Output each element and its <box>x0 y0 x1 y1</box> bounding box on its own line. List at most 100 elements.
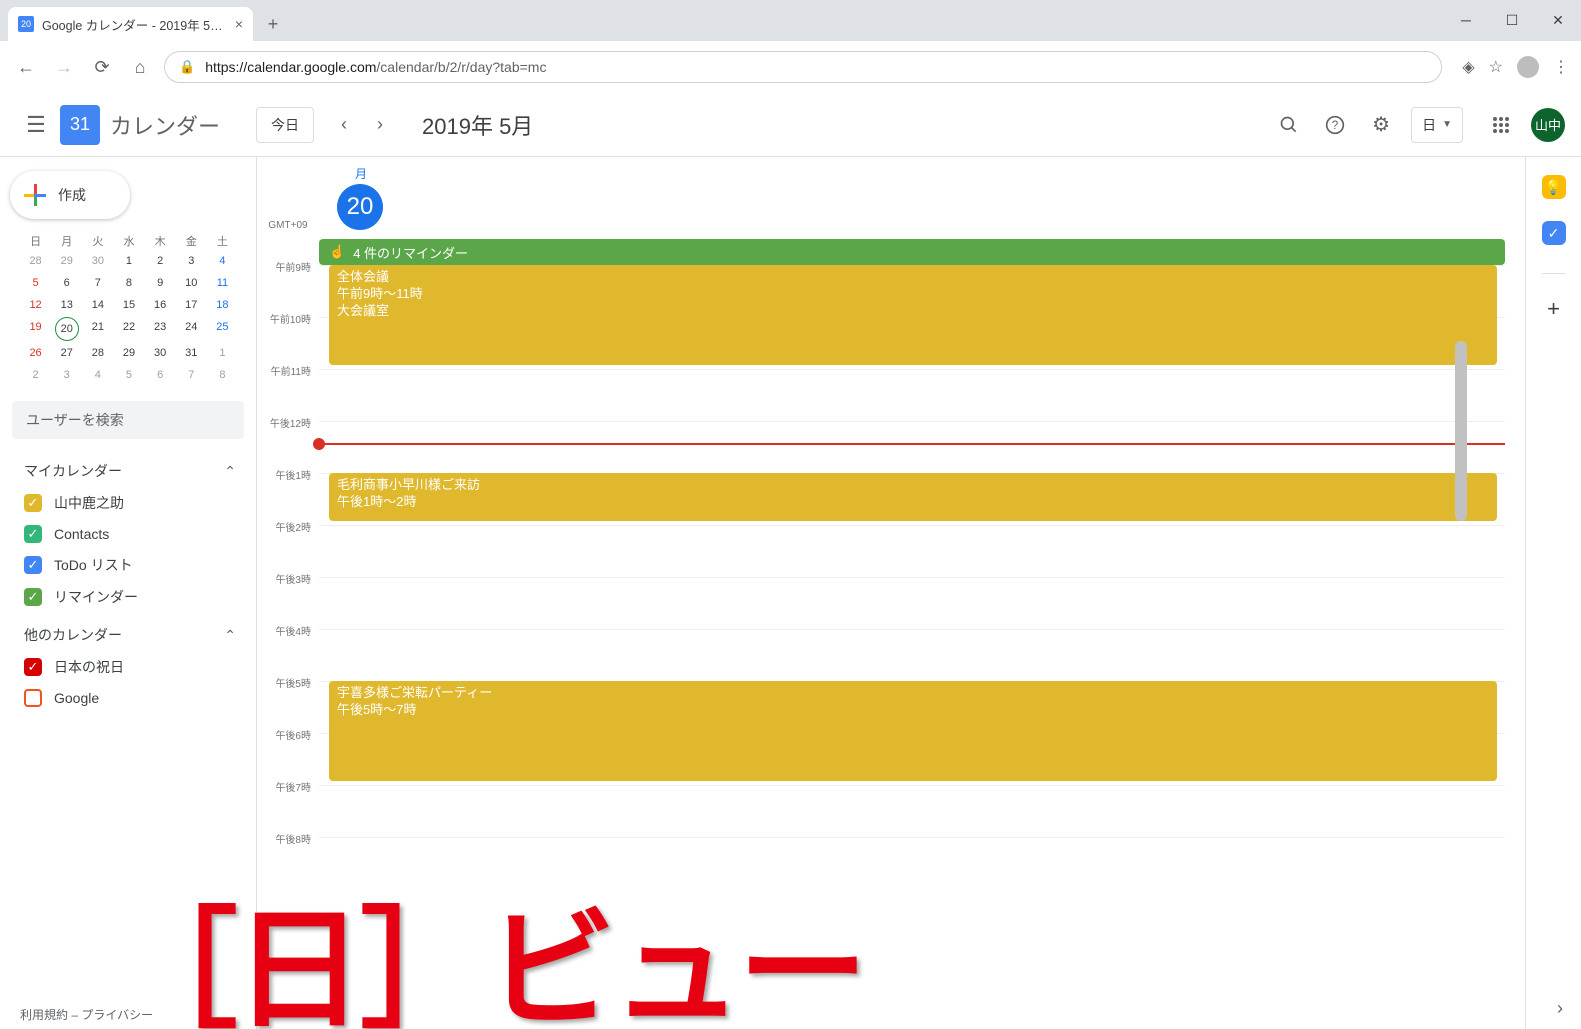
calendar-checkbox[interactable]: ✓ <box>24 658 42 676</box>
hour-cell[interactable] <box>319 837 1505 889</box>
mini-day[interactable]: 9 <box>145 277 176 289</box>
next-period-button[interactable]: › <box>362 107 398 143</box>
mini-day[interactable]: 22 <box>113 321 144 337</box>
search-people-input[interactable]: ユーザーを検索 <box>12 401 244 439</box>
mini-calendar[interactable]: 日月火水木金土 28293012345678910111213141516171… <box>0 233 256 391</box>
mini-day[interactable]: 28 <box>82 347 113 359</box>
calendar-item[interactable]: ✓Contacts <box>0 519 256 549</box>
mini-day[interactable]: 21 <box>82 321 113 337</box>
mini-day[interactable]: 7 <box>176 369 207 381</box>
tasks-icon[interactable]: ✓ <box>1542 221 1566 245</box>
settings-gear-icon[interactable]: ⚙ <box>1361 105 1401 145</box>
calendar-item[interactable]: ✓山中鹿之助 <box>0 487 256 519</box>
calendar-checkbox[interactable]: ✓ <box>24 494 42 512</box>
hour-cell[interactable] <box>319 629 1505 681</box>
calendar-event[interactable]: 宇喜多様ご栄転パーティー午後5時～7時 <box>329 681 1497 781</box>
all-day-reminder[interactable]: ☝ 4 件のリマインダー <box>319 239 1505 265</box>
mini-day[interactable]: 7 <box>82 277 113 289</box>
mini-day[interactable]: 23 <box>145 321 176 337</box>
mini-day[interactable]: 11 <box>207 277 238 289</box>
hour-cell[interactable] <box>319 577 1505 629</box>
bookmark-star-icon[interactable]: ☆ <box>1489 57 1503 77</box>
profile-avatar-icon[interactable] <box>1517 56 1539 78</box>
search-icon[interactable] <box>1269 105 1309 145</box>
day-number[interactable]: 20 <box>337 184 383 230</box>
mini-day[interactable]: 6 <box>51 277 82 289</box>
mini-day[interactable]: 14 <box>82 299 113 311</box>
mini-day[interactable]: 24 <box>176 321 207 337</box>
google-apps-icon[interactable] <box>1481 105 1521 145</box>
hide-side-panel-button[interactable]: › <box>1557 998 1563 1019</box>
back-button[interactable]: ← <box>12 53 40 81</box>
calendar-checkbox[interactable]: ✓ <box>24 556 42 574</box>
url-field[interactable]: 🔒 https://calendar.google.com/calendar/b… <box>164 51 1442 83</box>
hour-cell[interactable] <box>319 785 1505 837</box>
hour-cell[interactable] <box>319 525 1505 577</box>
mini-day[interactable]: 31 <box>176 347 207 359</box>
calendar-checkbox[interactable]: ✓ <box>24 588 42 606</box>
calendar-event[interactable]: 毛利商事小早川様ご来訪午後1時～2時 <box>329 473 1497 521</box>
mini-day[interactable]: 5 <box>113 369 144 381</box>
mini-day[interactable]: 28 <box>20 255 51 267</box>
calendar-item[interactable]: Google <box>0 683 256 713</box>
other-calendars-header[interactable]: 他のカレンダー ⌃ <box>0 613 256 651</box>
mini-day[interactable]: 8 <box>207 369 238 381</box>
help-icon[interactable]: ? <box>1315 105 1355 145</box>
app-logo[interactable]: 31 カレンダー <box>60 105 220 145</box>
calendar-item[interactable]: ✓日本の祝日 <box>0 651 256 683</box>
mini-day[interactable]: 20 <box>51 321 82 337</box>
calendar-checkbox[interactable]: ✓ <box>24 525 42 543</box>
prev-period-button[interactable]: ‹ <box>326 107 362 143</box>
calendar-event[interactable]: 全体会議午前9時～11時大会議室 <box>329 265 1497 365</box>
mini-day[interactable]: 3 <box>176 255 207 267</box>
mini-day[interactable]: 10 <box>176 277 207 289</box>
view-switcher[interactable]: 日 ▼ <box>1411 107 1463 143</box>
home-button[interactable]: ⌂ <box>126 53 154 81</box>
mini-day[interactable]: 18 <box>207 299 238 311</box>
browser-menu-icon[interactable]: ⋮ <box>1553 57 1569 77</box>
mini-day[interactable]: 15 <box>113 299 144 311</box>
mini-day[interactable]: 17 <box>176 299 207 311</box>
mini-day[interactable]: 30 <box>82 255 113 267</box>
forward-button[interactable]: → <box>50 53 78 81</box>
main-menu-icon[interactable]: ☰ <box>16 105 56 145</box>
mini-day[interactable]: 6 <box>145 369 176 381</box>
extension-icon[interactable]: ◈ <box>1462 57 1474 77</box>
mini-day[interactable]: 25 <box>207 321 238 337</box>
mini-day[interactable]: 27 <box>51 347 82 359</box>
new-tab-button[interactable]: + <box>259 10 287 38</box>
maximize-button[interactable]: ☐ <box>1489 0 1535 40</box>
calendar-item[interactable]: ✓リマインダー <box>0 581 256 613</box>
reload-button[interactable]: ⟳ <box>88 53 116 81</box>
mini-day[interactable]: 3 <box>51 369 82 381</box>
account-avatar[interactable]: 山中 <box>1531 108 1565 142</box>
close-tab-icon[interactable]: × <box>235 16 243 32</box>
mini-day[interactable]: 4 <box>82 369 113 381</box>
terms-link[interactable]: 利用規約 – プライバシー <box>20 1006 153 1023</box>
hour-cell[interactable] <box>319 421 1505 473</box>
mini-day[interactable]: 13 <box>51 299 82 311</box>
mini-day[interactable]: 1 <box>113 255 144 267</box>
calendar-item[interactable]: ✓ToDo リスト <box>0 549 256 581</box>
close-window-button[interactable]: ✕ <box>1535 0 1581 40</box>
calendar-checkbox[interactable] <box>24 689 42 707</box>
browser-tab[interactable]: 20 Google カレンダー - 2019年 5月 20 × <box>8 7 253 41</box>
mini-day[interactable]: 19 <box>20 321 51 337</box>
keep-icon[interactable]: 💡 <box>1542 175 1566 199</box>
add-addon-button[interactable]: + <box>1547 296 1560 322</box>
hour-cell[interactable] <box>319 369 1505 421</box>
time-grid[interactable]: 午前9時午前10時午前11時午後12時午後1時午後2時午後3時午後4時午後5時午… <box>257 265 1525 1029</box>
my-calendars-header[interactable]: マイカレンダー ⌃ <box>0 449 256 487</box>
minimize-button[interactable]: ─ <box>1443 0 1489 40</box>
mini-day[interactable]: 30 <box>145 347 176 359</box>
mini-day[interactable]: 2 <box>145 255 176 267</box>
mini-day[interactable]: 26 <box>20 347 51 359</box>
scrollbar[interactable] <box>1455 341 1467 701</box>
mini-day[interactable]: 12 <box>20 299 51 311</box>
mini-day[interactable]: 29 <box>113 347 144 359</box>
mini-day[interactable]: 16 <box>145 299 176 311</box>
mini-day[interactable]: 29 <box>51 255 82 267</box>
mini-day[interactable]: 5 <box>20 277 51 289</box>
mini-day[interactable]: 2 <box>20 369 51 381</box>
mini-day[interactable]: 4 <box>207 255 238 267</box>
